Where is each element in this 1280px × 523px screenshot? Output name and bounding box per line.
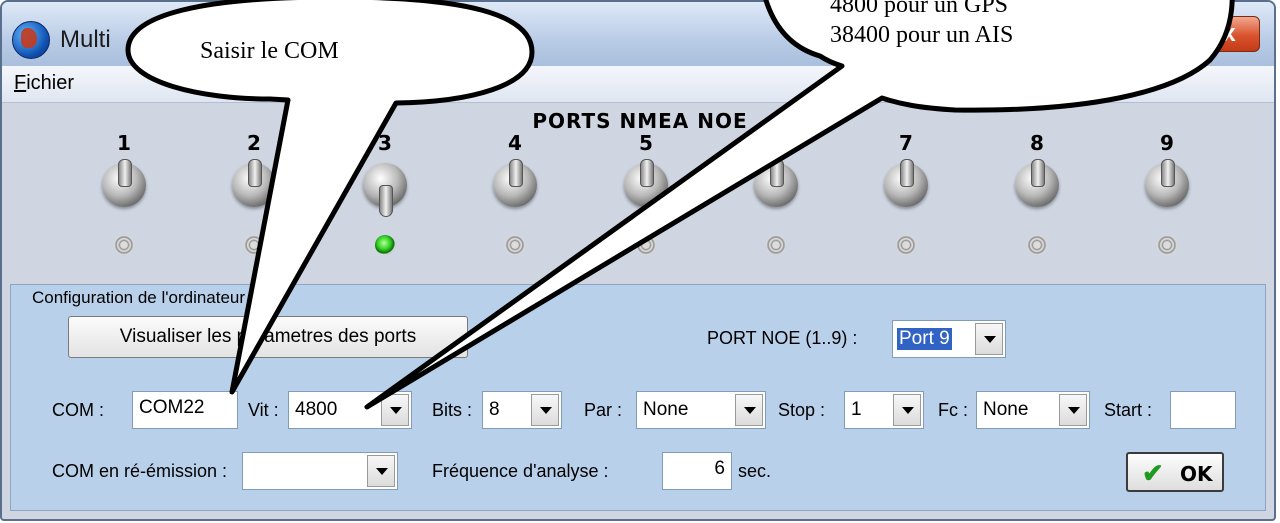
- par-value: None: [643, 399, 689, 420]
- status-led-icon: [244, 235, 264, 255]
- chevron-down-icon[interactable]: [735, 394, 763, 426]
- toggle-switch-icon[interactable]: [624, 159, 668, 207]
- port-number: 8: [1030, 131, 1044, 155]
- port-9[interactable]: 9: [1127, 131, 1207, 255]
- callout-right-text-line2: 38400 pour un AIS: [830, 22, 1014, 48]
- port-6[interactable]: 6: [736, 131, 816, 255]
- menu-fichier[interactable]: Fichier: [14, 72, 74, 95]
- menu-bar: Fichier: [2, 66, 1274, 103]
- port-1[interactable]: 1: [84, 131, 164, 255]
- port-noe-label: PORT NOE (1..9) :: [707, 328, 858, 348]
- vit-select[interactable]: 4800: [288, 391, 412, 429]
- application-window: Multi x Fichier PORTS NMEA NOE 1 2 3 4 5: [0, 0, 1276, 521]
- freq-unit: sec.: [738, 461, 772, 481]
- status-led-icon: [114, 235, 134, 255]
- start-label: Start :: [1104, 400, 1153, 420]
- port-2[interactable]: 2: [214, 131, 294, 255]
- menu-fichier-label: ichier: [26, 72, 75, 94]
- toggle-switch-icon[interactable]: [1145, 159, 1189, 207]
- com-input[interactable]: COM22: [132, 391, 238, 429]
- status-led-icon: [766, 235, 786, 255]
- callout-left-text: Saisir le COM: [200, 38, 339, 64]
- ok-label: OK: [1180, 462, 1213, 486]
- ok-button[interactable]: ✔ OK: [1126, 452, 1224, 492]
- par-label: Par :: [584, 400, 623, 420]
- toggle-switch-icon[interactable]: [493, 159, 537, 207]
- toggle-switch-icon[interactable]: [363, 163, 407, 217]
- fc-label: Fc :: [938, 400, 968, 420]
- port-number: 3: [378, 131, 392, 155]
- chevron-down-icon[interactable]: [893, 394, 921, 426]
- status-led-icon: [896, 235, 916, 255]
- toggle-switch-icon[interactable]: [232, 159, 276, 207]
- bits-value: 8: [489, 399, 500, 420]
- menu-fichier-accelerator: F: [14, 72, 27, 94]
- toggle-switch-icon[interactable]: [884, 159, 928, 207]
- port-3[interactable]: 3: [345, 131, 425, 255]
- toggle-switch-icon[interactable]: [1015, 159, 1059, 207]
- fc-select[interactable]: None: [976, 391, 1090, 429]
- port-number: 5: [639, 131, 653, 155]
- status-led-icon: [505, 235, 525, 255]
- vit-value: 4800: [295, 399, 338, 420]
- chevron-down-icon[interactable]: [531, 394, 559, 426]
- com-label: COM :: [52, 400, 104, 420]
- bits-label: Bits :: [432, 400, 473, 420]
- reemit-label: COM en ré-émission :: [52, 461, 228, 481]
- port-number: 1: [117, 131, 131, 155]
- reemit-select[interactable]: [242, 452, 398, 490]
- globe-icon: [12, 21, 50, 59]
- port-number: 6: [769, 131, 783, 155]
- port-noe-value: Port 9: [897, 328, 952, 350]
- callout-right-text-line1: 4800 pour un GPS: [830, 0, 1009, 18]
- port-number: 7: [899, 131, 913, 155]
- status-led-icon: [636, 235, 656, 255]
- vit-label: Vit :: [248, 400, 279, 420]
- stop-label: Stop :: [778, 400, 826, 420]
- checkmark-icon: ✔: [1142, 458, 1164, 488]
- port-noe-select[interactable]: Port 9: [892, 320, 1006, 358]
- window-title: Multi: [60, 26, 111, 53]
- ports-panel: PORTS NMEA NOE 1 2 3 4 5 6 7 8 9: [2, 103, 1274, 283]
- view-port-params-button[interactable]: Visualiser les parametres des ports: [68, 316, 468, 358]
- port-number: 4: [508, 131, 522, 155]
- bits-select[interactable]: 8: [482, 391, 562, 429]
- par-select[interactable]: None: [636, 391, 766, 429]
- port-5[interactable]: 5: [606, 131, 686, 255]
- port-4[interactable]: 4: [475, 131, 555, 255]
- status-led-icon: [375, 235, 395, 255]
- freq-input[interactable]: 6: [662, 452, 732, 490]
- stop-value: 1: [851, 399, 862, 420]
- ports-title: PORTS NMEA NOE: [532, 109, 748, 133]
- chevron-down-icon[interactable]: [975, 323, 1003, 355]
- status-led-icon: [1157, 235, 1177, 255]
- config-legend: Configuration de l'ordinateur: [28, 288, 250, 308]
- stop-select[interactable]: 1: [844, 391, 924, 429]
- chevron-down-icon[interactable]: [381, 394, 409, 426]
- chevron-down-icon[interactable]: [367, 455, 395, 487]
- close-button[interactable]: x: [1198, 16, 1260, 52]
- freq-label: Fréquence d'analyse :: [432, 461, 609, 481]
- toggle-switch-icon[interactable]: [102, 159, 146, 207]
- fc-value: None: [983, 399, 1029, 420]
- port-number: 2: [247, 131, 261, 155]
- chevron-down-icon[interactable]: [1059, 394, 1087, 426]
- toggle-switch-icon[interactable]: [754, 159, 798, 207]
- port-number: 9: [1160, 131, 1174, 155]
- status-led-icon: [1027, 235, 1047, 255]
- title-bar[interactable]: Multi x: [2, 2, 1274, 67]
- port-8[interactable]: 8: [997, 131, 1077, 255]
- start-input[interactable]: [1170, 391, 1236, 429]
- port-7[interactable]: 7: [866, 131, 946, 255]
